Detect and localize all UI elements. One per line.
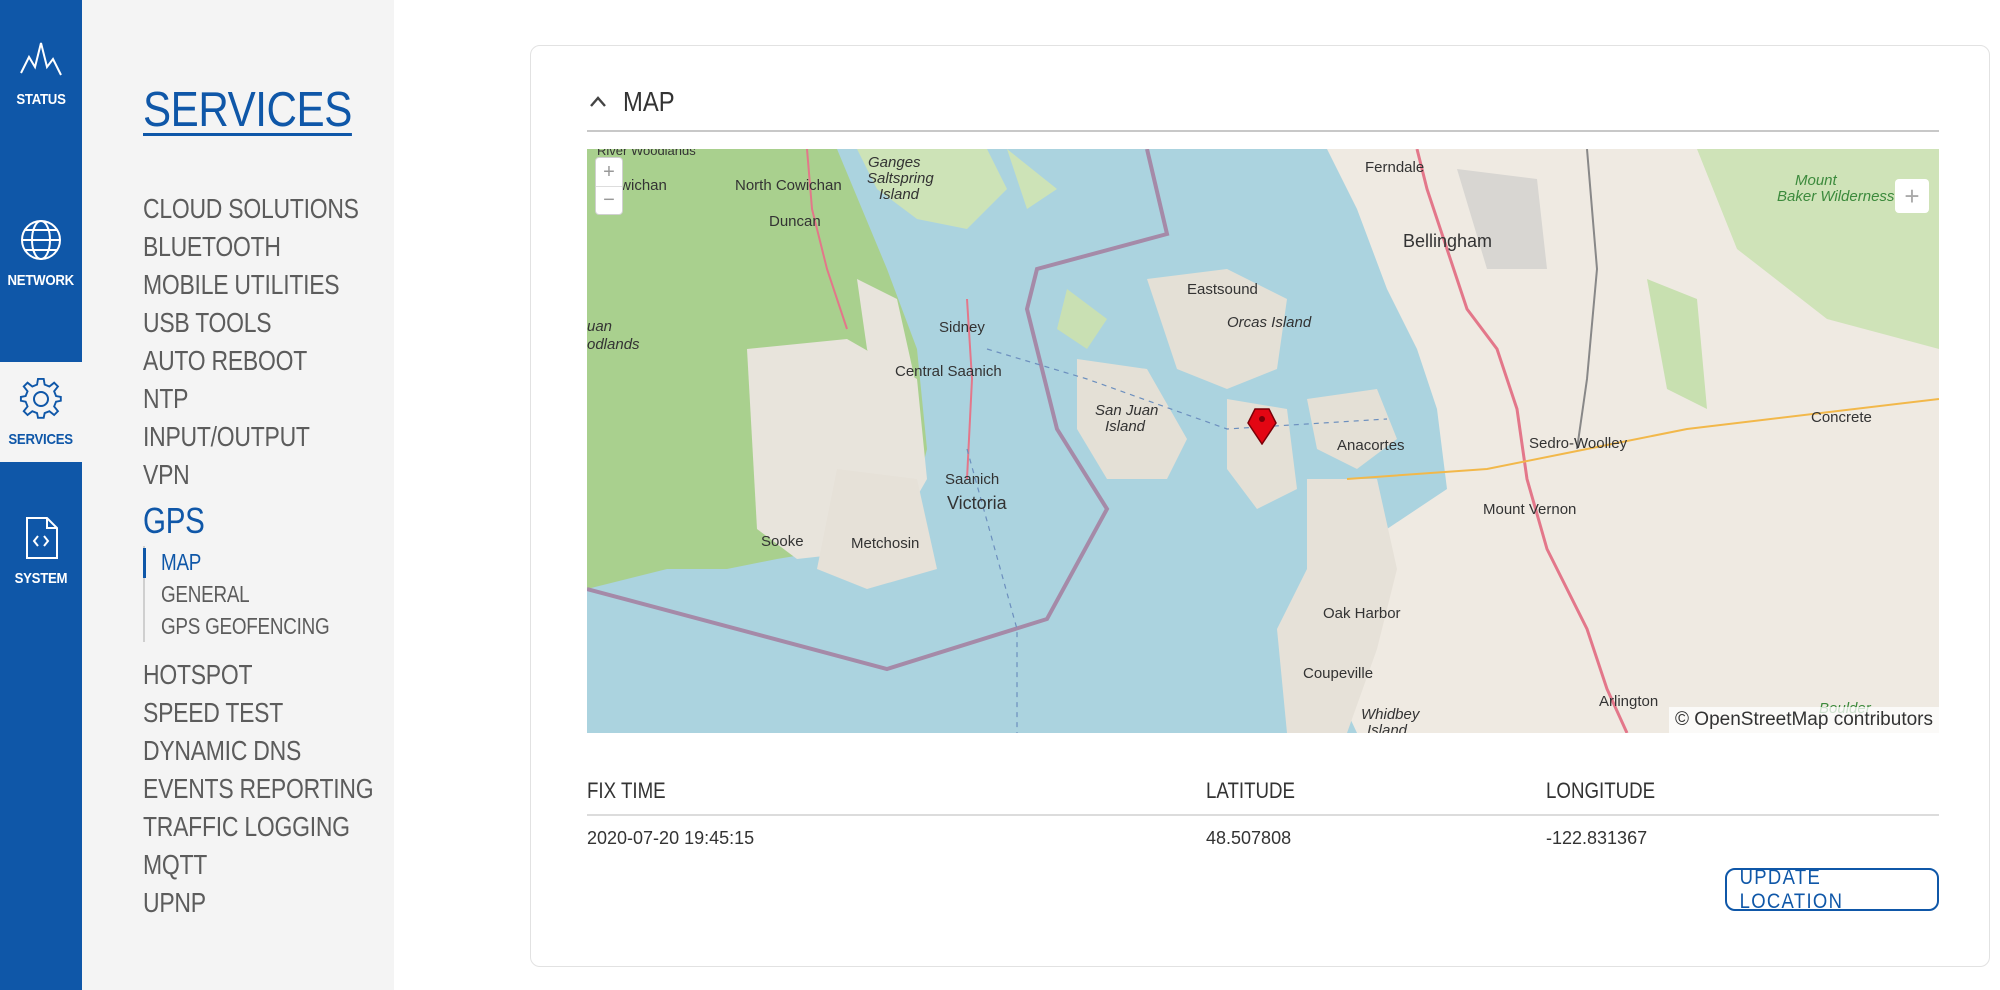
main-content: MAP Ganges Saltspring Island River Woodl… (394, 0, 2000, 990)
map-label-whidbey-island: Island (1367, 722, 1408, 734)
code-file-icon (26, 517, 58, 559)
menu-item-mqtt[interactable]: MQTT (143, 846, 348, 884)
gps-submenu: MAP GENERAL GPS GEOFENCING (143, 546, 393, 642)
menu-item-input-output[interactable]: INPUT/OUTPUT (143, 418, 348, 456)
card-header: MAP (587, 74, 1939, 132)
gear-icon (19, 377, 62, 419)
zoom-control: + − (595, 157, 623, 215)
table-header-row: FIX TIME LATITUDE LONGITUDE (587, 768, 1939, 816)
zoom-in-button[interactable]: + (596, 158, 622, 186)
menu-item-vpn[interactable]: VPN (143, 456, 348, 494)
menu-item-bluetooth[interactable]: BLUETOOTH (143, 228, 348, 266)
menu-item-auto-reboot[interactable]: AUTO REBOOT (143, 342, 348, 380)
map-card: MAP Ganges Saltspring Island River Woodl… (530, 45, 1990, 967)
map-label-sedro-woolley: Sedro-Woolley (1529, 435, 1628, 452)
gps-info-table: FIX TIME LATITUDE LONGITUDE 2020-07-20 1… (587, 768, 1939, 864)
header-fix-time: FIX TIME (587, 778, 666, 803)
map-label-sidney: Sidney (939, 319, 985, 336)
map-label-victoria: Victoria (947, 493, 1007, 513)
menu-item-usb-tools[interactable]: USB TOOLS (143, 304, 348, 342)
submenu-item-general[interactable]: GENERAL (161, 578, 351, 610)
map-label-baker-wilderness: Baker Wilderness (1777, 188, 1895, 205)
rail-item-status[interactable]: STATUS (0, 0, 82, 144)
menu-list: CLOUD SOLUTIONS BLUETOOTH MOBILE UTILITIES… (143, 190, 393, 922)
rail-item-system[interactable]: SYSTEM (0, 462, 82, 990)
menu-item-hotspot[interactable]: HOTSPOT (143, 656, 348, 694)
submenu-item-map[interactable]: MAP (161, 546, 351, 578)
cell-longitude: -122.831367 (1546, 828, 1648, 848)
rail-label-status: STATUS (16, 90, 66, 108)
map-label-sooke: Sooke (761, 533, 804, 550)
rail-item-services[interactable]: SERVICES (0, 362, 82, 462)
map-label-saltspring: Saltspring (867, 170, 934, 187)
map-label-odlands: odlands (587, 336, 640, 353)
menu-item-dynamic-dns[interactable]: DYNAMIC DNS (143, 732, 348, 770)
update-location-button[interactable]: UPDATE LOCATION (1725, 865, 1939, 913)
map-label-juan: uan (587, 318, 613, 335)
header-latitude: LATITUDE (1206, 778, 1296, 803)
map-label-ferndale: Ferndale (1365, 159, 1425, 176)
menu-item-ntp[interactable]: NTP (143, 380, 348, 418)
cell-fix-time: 2020-07-20 19:45:15 (587, 828, 755, 848)
submenu-item-gps-geofencing[interactable]: GPS GEOFENCING (161, 610, 351, 642)
chevron-up-icon[interactable] (587, 91, 609, 113)
menu-item-mobile-utilities[interactable]: MOBILE UTILITIES (143, 266, 348, 304)
rail-item-network[interactable]: NETWORK (0, 144, 82, 362)
map-label-san-juan-island: Island (1105, 418, 1146, 435)
map-label-whidbey: Whidbey (1361, 706, 1420, 723)
menu-item-upnp[interactable]: UPNP (143, 884, 348, 922)
rail-label-system: SYSTEM (14, 570, 68, 587)
table-row: 2020-07-20 19:45:15 48.507808 -122.83136… (587, 816, 1939, 864)
map-label-anacortes: Anacortes (1337, 437, 1405, 454)
map-label-oak-harbor: Oak Harbor (1323, 605, 1401, 622)
map-label-duncan: Duncan (769, 213, 821, 230)
map-label-mount-vernon: Mount Vernon (1483, 501, 1577, 518)
map-label-saltspring-island: Island (879, 186, 920, 203)
menu-item-cloud-solutions[interactable]: CLOUD SOLUTIONS (143, 190, 359, 228)
map-label-bellingham: Bellingham (1403, 231, 1493, 251)
map-label-mount: Mount (1795, 172, 1837, 189)
submenu-active-indicator (143, 548, 146, 578)
menu-title[interactable]: SERVICES (143, 82, 352, 138)
map-label-eastsound: Eastsound (1187, 281, 1258, 298)
map-label-arlington: Arlington (1599, 693, 1659, 710)
map-label-saanich: Saanich (945, 471, 1000, 488)
status-wave-icon (20, 42, 62, 75)
cell-latitude: 48.507808 (1206, 828, 1292, 848)
card-title: MAP (623, 86, 675, 117)
update-location-label: UPDATE LOCATION (1739, 865, 1844, 913)
rail-label-services: SERVICES (8, 430, 74, 448)
map-label-san-juan: San Juan (1095, 402, 1159, 419)
map-label-coupeville: Coupeville (1303, 665, 1374, 682)
map-view[interactable]: Ganges Saltspring Island River Woodlands… (587, 149, 1939, 733)
map-label-north-cowichan: North Cowichan (735, 177, 842, 194)
map-label-concrete: Concrete (1811, 409, 1872, 426)
map-label-ganges: Ganges (868, 154, 921, 171)
rail-label-network: NETWORK (7, 271, 75, 289)
services-menu: SERVICES CLOUD SOLUTIONS BLUETOOTH MOBILE … (82, 0, 394, 990)
menu-item-events-reporting[interactable]: EVENTS REPORTING (143, 770, 374, 808)
globe-icon (21, 219, 61, 260)
header-longitude: LONGITUDE (1546, 778, 1656, 803)
map-label-orcas-island: Orcas Island (1227, 314, 1312, 331)
map-label-metchosin: Metchosin (851, 535, 920, 552)
location-marker-icon[interactable] (1245, 405, 1279, 445)
menu-item-gps[interactable]: GPS (143, 498, 348, 544)
menu-item-traffic-logging[interactable]: TRAFFIC LOGGING (143, 808, 350, 846)
zoom-out-button[interactable]: − (596, 186, 622, 214)
icon-rail: STATUS NETWORK SERVICES SYSTEM (0, 0, 82, 990)
menu-item-speed-test[interactable]: SPEED TEST (143, 694, 348, 732)
map-label-central-saanich: Central Saanich (895, 363, 1002, 380)
map-fullscreen-button[interactable]: + (1895, 179, 1929, 213)
map-attribution[interactable]: © OpenStreetMap contributors (1669, 707, 1939, 733)
